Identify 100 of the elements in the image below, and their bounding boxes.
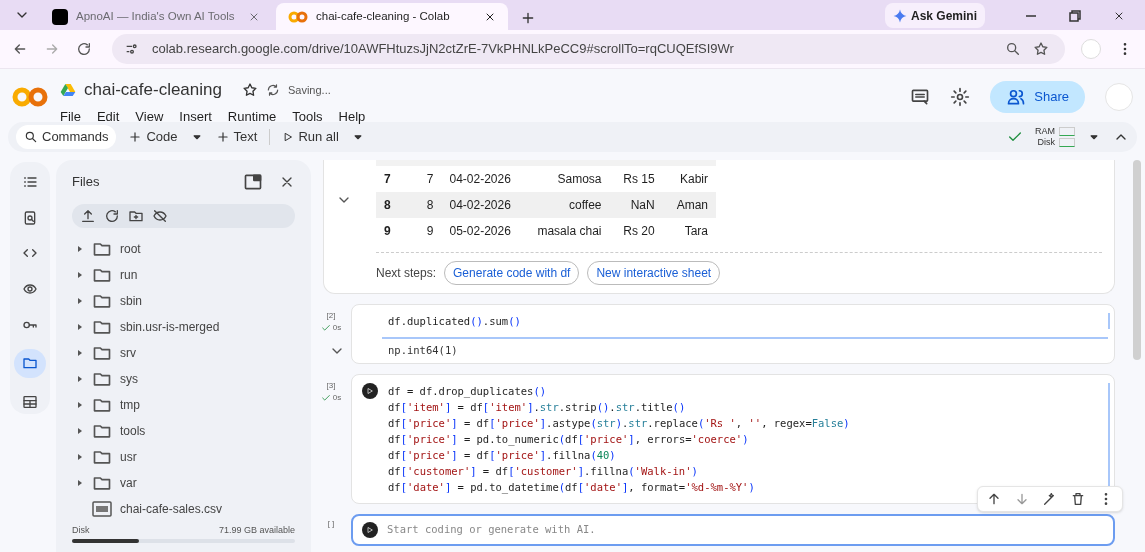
hidden-files-icon (152, 208, 168, 224)
table-cell: masala chai (519, 218, 610, 244)
expand-arrow-icon[interactable] (76, 479, 84, 487)
address-bar[interactable]: colab.research.google.com/drive/10AWFHtuzsJjN2ctZrE-7VkPHNLkPeCC9#scrollTo=rqCUQEfSI9Wr (112, 34, 1065, 64)
commands-button[interactable]: Commands (16, 125, 117, 149)
success-check-icon (320, 393, 331, 403)
expand-arrow-icon[interactable] (76, 271, 84, 279)
expand-arrow-icon[interactable] (76, 245, 84, 253)
code-line: df.duplicated().sum() (388, 314, 522, 329)
success-check-icon (320, 323, 331, 333)
file-name[interactable]: usr (120, 448, 137, 466)
add-code-button[interactable]: Code (128, 127, 178, 147)
row-index: 8 (376, 192, 416, 218)
notebook-title[interactable]: chai-cafe-cleaning (84, 77, 222, 103)
table-icon (22, 394, 38, 411)
file-name[interactable]: sys (120, 370, 138, 388)
code-line: df['date'] = pd.to_datetime(df['date'], format='%d-%m-%Y') (388, 480, 756, 495)
code-line: df['item'] = df['item'].str.strip().str.title() (388, 400, 687, 415)
menu-item[interactable]: Tools (292, 106, 323, 126)
settings-icon (950, 87, 971, 107)
disk-meter (1059, 138, 1075, 147)
code-line: df['price'] = df['price'].astype(str).str.replace('Rs ', '', regex=False) (388, 416, 851, 431)
scrollbar-thumb[interactable] (1133, 160, 1141, 360)
delete-icon (1070, 491, 1086, 507)
table-cell: 05-02-2026 (441, 218, 520, 244)
file-name[interactable]: sbin (120, 292, 142, 310)
execution-count: [2] (326, 310, 336, 322)
table-cell: Samosa (519, 166, 610, 192)
bookmark-star-icon (1033, 41, 1049, 57)
code-line: df['customer'] = df['customer'].fillna('Walk-in') (388, 464, 699, 479)
table-cell: 9 (416, 218, 442, 244)
play-icon (366, 387, 374, 395)
share-button[interactable]: Share (990, 81, 1085, 113)
expand-arrow-icon[interactable] (76, 401, 84, 409)
run-cell-button[interactable] (362, 383, 378, 399)
menu-item[interactable]: Help (338, 106, 366, 126)
comment-icon (910, 87, 931, 107)
cell-output: np.int64(1) (388, 343, 458, 359)
table-cell: Kabir (662, 166, 716, 192)
save-status: Saving... (287, 82, 331, 98)
move-up-icon (986, 491, 1002, 507)
ram-meter (1059, 127, 1075, 136)
site-logo-icon (52, 8, 68, 25)
expand-arrow-icon[interactable] (76, 453, 84, 461)
run-time: 0s (332, 392, 342, 404)
code-line: df['price'] = df['price'].fillna(40) (388, 448, 617, 463)
folder-rail-button[interactable] (14, 348, 46, 379)
run-all-button[interactable]: Run all (282, 127, 339, 147)
file-name[interactable]: chai-cafe-sales.csv (120, 500, 223, 518)
colab-logo-icon (12, 85, 48, 109)
file-name[interactable]: var (120, 474, 137, 492)
file-name[interactable]: root (120, 240, 141, 258)
url-text: colab.research.google.com/drive/10AWFHtuzsJjN2ctZrE-7VkPHNLkPeCC9#scrollTo=rqCUQEfSI9Wr (152, 40, 735, 59)
zoom-icon (1005, 41, 1021, 57)
back-icon (12, 41, 28, 57)
file-name[interactable]: sbin.usr-is-merged (120, 318, 220, 336)
execution-count: [3] (326, 380, 336, 392)
disk-label: Disk (72, 524, 90, 537)
refresh-icon (104, 208, 120, 224)
panel-title: Files (72, 173, 100, 192)
browser-tab[interactable]: chai-cafe-cleaning - Colab (276, 3, 508, 30)
people-icon (1006, 87, 1027, 107)
file-name[interactable]: run (120, 266, 138, 284)
browser-tab[interactable]: ApnoAI — India's Own AI Tools (40, 3, 272, 30)
table-cell: 04-02-2026 (441, 166, 520, 192)
play-icon (282, 131, 295, 143)
run-time: 0s (332, 322, 342, 334)
file-name[interactable]: srv (120, 344, 136, 362)
sync-icon (265, 82, 280, 97)
execution-count: [ ] (327, 518, 335, 530)
expand-arrow-icon[interactable] (76, 427, 84, 435)
file-name[interactable]: tmp (120, 396, 140, 414)
run-cell-button[interactable] (362, 522, 378, 538)
ask-gemini-button[interactable]: Ask Gemini (884, 3, 985, 28)
expand-arrow-icon[interactable] (76, 323, 84, 331)
disk-label: Disk (1037, 137, 1055, 148)
plus-icon (128, 130, 143, 144)
menu-item[interactable]: File (60, 106, 81, 126)
menu-item[interactable]: Runtime (227, 106, 277, 126)
expand-arrow-icon[interactable] (76, 375, 84, 383)
expand-arrow-icon[interactable] (76, 349, 84, 357)
colab-logo-icon (288, 10, 308, 23)
reload-icon (76, 41, 92, 57)
code-cell[interactable]: Start coding or generate with AI. (351, 514, 1115, 546)
table-cell: Rs 20 (609, 218, 663, 244)
table-cell: NaN (609, 192, 663, 218)
code-input[interactable]: Start coding or generate with AI. (387, 522, 1113, 538)
menu-item[interactable]: Edit (96, 106, 120, 126)
menu-item[interactable]: View (135, 106, 164, 126)
new-tab-icon (520, 10, 536, 26)
expand-arrow-icon[interactable] (76, 297, 84, 305)
table-cell: 7 (416, 166, 442, 192)
tab-title: ApnoAI — India's Own AI Tools (76, 8, 236, 24)
add-text-button[interactable]: Text (215, 127, 258, 147)
menu-item[interactable]: Insert (179, 106, 212, 126)
restore-icon[interactable] (1069, 10, 1081, 22)
forward-icon (44, 41, 60, 57)
file-name[interactable]: tools (120, 422, 146, 440)
tab-title: chai-cafe-cleaning - Colab (316, 8, 451, 24)
table-cell: Aman (662, 192, 716, 218)
